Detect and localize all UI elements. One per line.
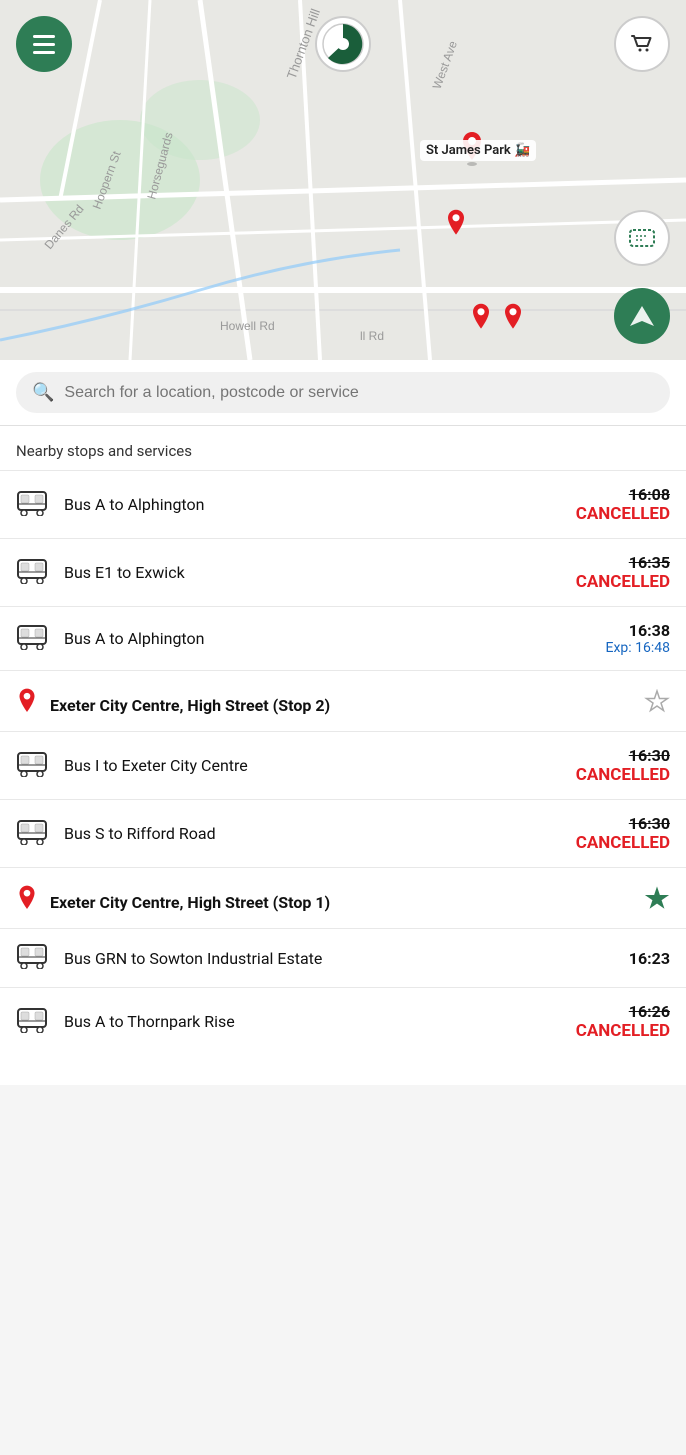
nearby-section-header: Nearby stops and services [0,426,686,470]
bus-icon [16,1007,48,1037]
bus-icon [16,943,48,973]
top-services-block: Bus A to Alphington 16:08 CANCELLED Bus … [0,470,686,670]
service-time: 16:30 CANCELLED [570,814,670,853]
map-pin-3 [470,302,492,338]
stop-pin-icon-2 [16,884,38,920]
service-row[interactable]: Bus I to Exeter City Centre 16:30 CANCEL… [0,731,686,799]
content-section: Nearby stops and services Bus A to Alphi… [0,426,686,1085]
service-row[interactable]: Bus S to Rifford Road 16:30 CANCELLED [0,799,686,867]
search-input[interactable] [64,384,654,402]
svg-text:ll Rd: ll Rd [360,329,384,343]
menu-button[interactable] [16,16,72,72]
service-time-2: 16:35 CANCELLED [570,553,670,592]
svg-text:Howell Rd: Howell Rd [220,319,275,333]
bus-icon [16,558,48,588]
stop-title-row-1[interactable]: Exeter City Centre, High Street (Stop 2) [0,670,686,731]
star-button-stop1[interactable] [644,689,670,721]
service-time: 16:30 CANCELLED [570,746,670,785]
bus-icon [16,751,48,781]
cart-button[interactable] [614,16,670,72]
service-time: 16:23 [570,949,670,968]
stop-title-left-2: Exeter City Centre, High Street (Stop 1) [16,884,330,920]
service-row[interactable]: Bus A to Thornpark Rise 16:26 CANCELLED [0,987,686,1055]
service-row[interactable]: Bus E1 to Exwick 16:35 CANCELLED [0,538,686,606]
service-time-3: 16:38 Exp: 16:48 [570,621,670,656]
bus-icon [16,490,48,520]
map-pin-4 [502,302,524,338]
service-row[interactable]: Bus A to Alphington 16:08 CANCELLED [0,470,686,538]
map-pin-2 [445,208,467,244]
search-section: 🔍 [0,360,686,426]
service-time: 16:26 CANCELLED [570,1002,670,1041]
stop-group-1: Exeter City Centre, High Street (Stop 2) [0,670,686,867]
service-row[interactable]: Bus A to Alphington 16:38 Exp: 16:48 [0,606,686,670]
train-icon: 🚂 [514,143,530,158]
stop-title-row-2[interactable]: Exeter City Centre, High Street (Stop 1) [0,867,686,928]
stop-title-left-1: Exeter City Centre, High Street (Stop 2) [16,687,330,723]
star-button-stop2[interactable] [644,886,670,918]
search-icon: 🔍 [32,382,54,403]
my-location-button[interactable] [614,288,670,344]
search-bar[interactable]: 🔍 [16,372,670,413]
map-view: Thornton Hill Hoopern St Horseguards Dan… [0,0,686,360]
bus-icon [16,819,48,849]
ticket-button[interactable] [614,210,670,266]
service-time-1: 16:08 CANCELLED [570,485,670,524]
stop-pin-icon [16,687,38,723]
service-row[interactable]: Bus GRN to Sowton Industrial Estate 16:2… [0,928,686,987]
stop-group-2: Exeter City Centre, High Street (Stop 1) [0,867,686,1055]
stop-label-st-james: St James Park 🚂 [420,140,536,161]
bus-icon [16,624,48,654]
timer-circle[interactable] [315,16,371,72]
